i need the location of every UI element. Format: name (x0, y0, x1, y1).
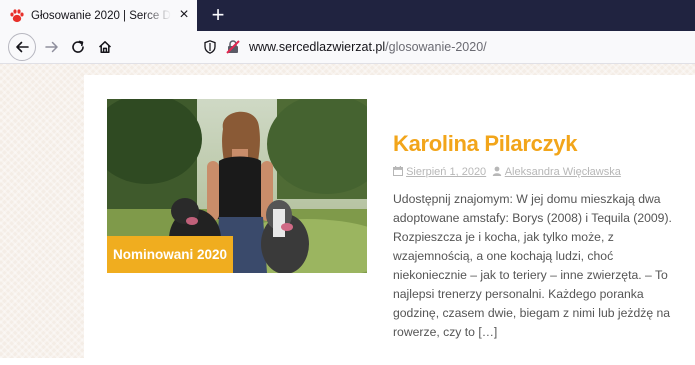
address-bar[interactable]: www.sercedlazwierzat.pl/glosowanie-2020/ (198, 34, 695, 60)
post-title[interactable]: Karolina Pilarczyk (393, 130, 577, 158)
post-author[interactable]: Aleksandra Więcławska (505, 166, 621, 178)
tab-bar: Głosowanie 2020 | Serce Dla Zwierząt × + (0, 0, 695, 31)
page-background: Nominowani 2020 Karolina Pilarczyk Sierp… (0, 64, 695, 365)
url-domain: www.sercedlazwierzat.pl (249, 40, 386, 54)
url-text[interactable]: www.sercedlazwierzat.pl/glosowanie-2020/ (249, 38, 487, 56)
forward-arrow-icon[interactable] (40, 35, 64, 59)
tab-close-icon[interactable]: × (176, 7, 192, 23)
post-meta: Sierpień 1, 2020 Aleksandra Więcławska (393, 165, 621, 180)
new-tab-button[interactable]: + (206, 3, 230, 27)
tracking-shield-icon[interactable] (202, 39, 218, 55)
post-card: Nominowani 2020 Karolina Pilarczyk Sierp… (84, 75, 695, 365)
post-date[interactable]: Sierpień 1, 2020 (406, 166, 486, 178)
insecure-lock-icon[interactable] (225, 39, 241, 55)
reload-icon[interactable] (66, 35, 90, 59)
paw-favicon-icon (9, 8, 25, 24)
calendar-icon (393, 166, 403, 180)
post-excerpt: Udostępnij znajomym: W jej domu mieszkaj… (393, 192, 672, 339)
url-path: /glosowanie-2020/ (385, 40, 487, 54)
post-thumbnail[interactable]: Nominowani 2020 (107, 99, 367, 273)
navigation-bar: www.sercedlazwierzat.pl/glosowanie-2020/ (0, 31, 695, 64)
tab-title: Głosowanie 2020 | Serce Dla Zwierząt (31, 10, 171, 22)
back-arrow-icon[interactable] (8, 33, 36, 61)
author-icon (492, 166, 502, 180)
active-tab[interactable]: Głosowanie 2020 | Serce Dla Zwierząt × (0, 0, 197, 31)
home-icon[interactable] (93, 35, 117, 59)
category-badge[interactable]: Nominowani 2020 (107, 236, 233, 273)
